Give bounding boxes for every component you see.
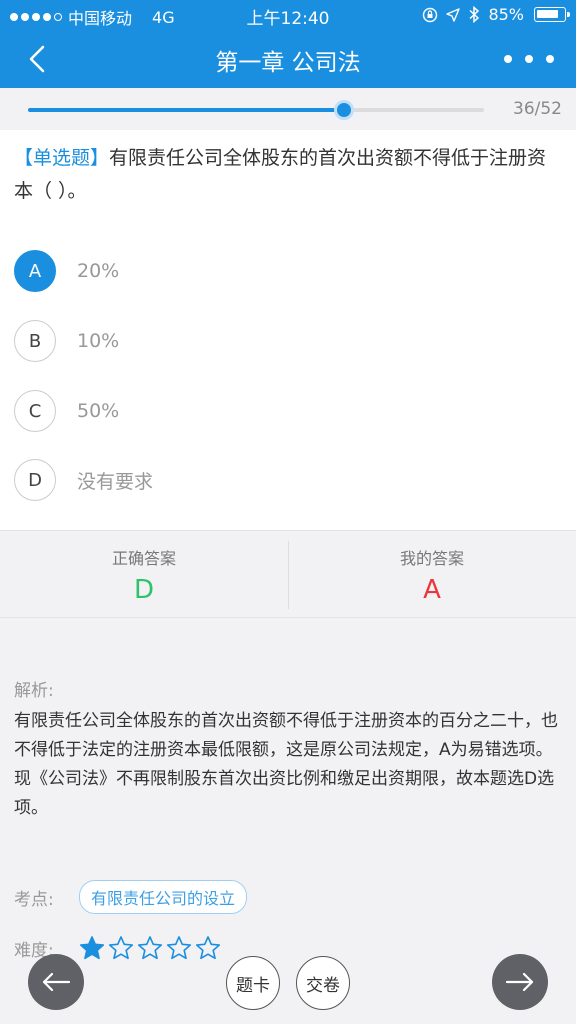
option-a[interactable]: A 20% (14, 250, 534, 292)
option-key-b: B (14, 320, 56, 362)
battery-level (537, 10, 559, 18)
previous-question-button[interactable] (28, 954, 84, 1010)
status-right: 85% (422, 5, 570, 24)
status-bar: 中国移动 4G 上午12:40 85% (0, 0, 576, 30)
knowledge-point-row: 考点: 有限责任公司的设立 (14, 880, 248, 914)
option-text-a: 20% (77, 260, 120, 282)
correct-answer-value: D (133, 575, 155, 605)
option-key-d: D (14, 459, 56, 501)
option-c[interactable]: C 50% (14, 390, 534, 432)
progress-row: 36/52 (0, 88, 576, 130)
question-card: 【单选题】有限责任公司全体股东的首次出资额不得低于注册资本（ ）。 A 20% … (0, 130, 576, 530)
rotation-lock-icon (423, 7, 438, 22)
option-d[interactable]: D 没有要求 (14, 459, 534, 501)
answer-card-button[interactable]: 题卡 (226, 956, 280, 1010)
progress-knob[interactable] (333, 100, 354, 120)
question-text-block: 【单选题】有限责任公司全体股东的首次出资额不得低于注册资本（ ）。 (14, 142, 564, 208)
battery-percent: 85% (488, 5, 524, 24)
option-text-d: 没有要求 (77, 470, 154, 493)
option-b[interactable]: B 10% (14, 320, 534, 362)
star-empty-icon (166, 936, 192, 960)
analysis-label: 解析: (14, 681, 54, 701)
star-empty-icon (108, 936, 134, 960)
star-filled-icon (79, 936, 105, 960)
more-dot (525, 55, 533, 63)
difficulty-stars (79, 935, 221, 961)
nav-bar: 第一章 公司法 (0, 30, 576, 88)
option-text-b: 10% (77, 330, 120, 352)
analysis-text: 有限责任公司全体股东的首次出资额不得低于注册资本的百分之二十，也不得低于法定的注… (14, 711, 558, 818)
correct-answer-col: 正确答案 D (0, 531, 288, 619)
page-title: 第一章 公司法 (215, 50, 361, 76)
arrow-right-icon (505, 972, 534, 992)
bluetooth-icon (469, 6, 480, 23)
more-dot (546, 55, 554, 63)
option-text-c: 50% (77, 400, 120, 422)
question-counter: 36/52 (513, 99, 562, 119)
option-key-c: C (14, 390, 56, 432)
progress-slider[interactable] (28, 100, 484, 120)
knowledge-point-tag[interactable]: 有限责任公司的设立 (79, 880, 248, 914)
analysis-section: 解析: 有限责任公司全体股东的首次出资额不得低于注册资本的百分之二十，也不得低于… (14, 676, 566, 823)
progress-fill (28, 108, 344, 112)
question-type: 【单选题】 (14, 147, 110, 169)
my-answer-label: 我的答案 (399, 549, 464, 568)
answer-comparison: 正确答案 D 我的答案 A (0, 530, 576, 618)
arrow-left-icon (42, 972, 71, 992)
my-answer-value: A (423, 575, 441, 605)
battery-icon (534, 7, 570, 22)
knowledge-point-label: 考点: (14, 889, 54, 910)
more-dots-icon (504, 55, 512, 63)
next-question-button[interactable] (492, 954, 548, 1010)
option-key-a: A (14, 250, 56, 292)
correct-answer-label: 正确答案 (111, 549, 176, 568)
submit-exam-button[interactable]: 交卷 (296, 956, 350, 1010)
star-empty-icon (137, 936, 163, 960)
my-answer-col: 我的答案 A (288, 531, 576, 619)
star-empty-icon (195, 936, 221, 960)
location-icon (446, 7, 461, 22)
more-button[interactable] (504, 46, 554, 72)
